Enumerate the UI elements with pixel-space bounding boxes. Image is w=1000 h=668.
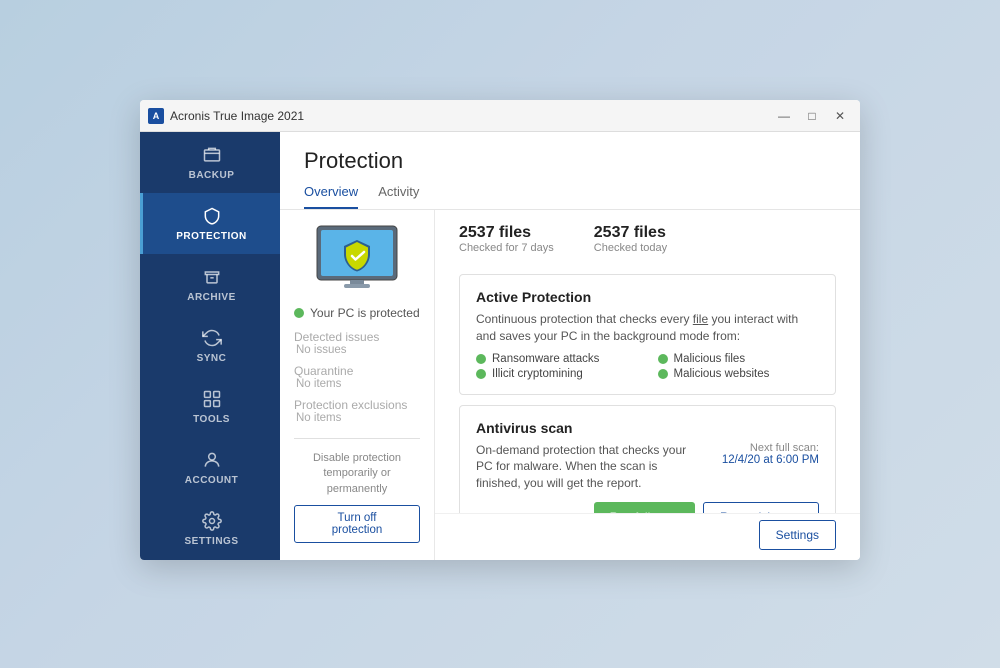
stat-today-count: 2537 files	[594, 224, 667, 242]
title-bar-left: A Acronis True Image 2021	[148, 108, 304, 124]
quarantine-value: No items	[294, 378, 420, 390]
feature-malicious-websites-label: Malicious websites	[674, 368, 770, 380]
main-window: A Acronis True Image 2021 — □ ✕ BACKUP	[140, 100, 860, 560]
active-protection-title: Active Protection	[476, 289, 819, 305]
sidebar-label-backup: BACKUP	[189, 170, 235, 181]
status-dot-green	[294, 308, 304, 318]
status-text: Your PC is protected	[310, 306, 420, 320]
stat-7days-count: 2537 files	[459, 224, 554, 242]
feature-cryptomining: Illicit cryptomining	[476, 368, 638, 380]
active-protection-card: Active Protection Continuous protection …	[459, 274, 836, 395]
active-protection-desc: Continuous protection that checks every …	[476, 311, 819, 345]
left-pane: Your PC is protected Detected issues No …	[280, 210, 435, 560]
tab-bar: Overview Activity	[304, 184, 836, 209]
sidebar-label-tools: TOOLS	[193, 414, 230, 425]
antivirus-left: On-demand protection that checks your PC…	[476, 442, 699, 492]
sidebar-item-archive[interactable]: ARCHIVE	[140, 254, 280, 315]
close-button[interactable]: ✕	[828, 106, 852, 126]
run-quick-scan-button[interactable]: Run quick scan	[703, 502, 819, 513]
run-full-scan-button[interactable]: Run full scan	[594, 502, 695, 513]
feature-dot-ransomware	[476, 354, 486, 364]
stat-today: 2537 files Checked today	[594, 224, 667, 254]
app-logo: A	[148, 108, 164, 124]
next-scan-date: 12/4/20 at 6:00 PM	[699, 454, 819, 466]
stat-7days: 2537 files Checked for 7 days	[459, 224, 554, 254]
sidebar-item-backup[interactable]: BACKUP	[140, 132, 280, 193]
settings-icon	[201, 510, 223, 532]
feature-cryptomining-label: Illicit cryptomining	[492, 368, 583, 380]
sidebar-label-sync: SYNC	[197, 353, 227, 364]
sidebar-item-sync[interactable]: SYNC	[140, 315, 280, 376]
antivirus-right: Next full scan: 12/4/20 at 6:00 PM	[699, 442, 819, 466]
disable-text: Disable protection temporarily or perman…	[294, 451, 420, 497]
feature-ransomware-label: Ransomware attacks	[492, 353, 599, 365]
feature-malicious-files-label: Malicious files	[674, 353, 746, 365]
stat-today-label: Checked today	[594, 242, 667, 254]
protection-features: Ransomware attacks Malicious files Illic…	[476, 353, 819, 380]
antivirus-title: Antivirus scan	[476, 420, 819, 436]
feature-malicious-websites: Malicious websites	[658, 368, 820, 380]
feature-malicious-files: Malicious files	[658, 353, 820, 365]
exclusions-value: No items	[294, 412, 420, 424]
exclusions-label: Protection exclusions	[294, 398, 420, 412]
turn-off-button[interactable]: Turn off protection	[294, 505, 420, 543]
tab-overview[interactable]: Overview	[304, 184, 358, 209]
window-title: Acronis True Image 2021	[170, 109, 304, 123]
main-content: Protection Overview Activity	[280, 132, 860, 560]
stat-7days-label: Checked for 7 days	[459, 242, 554, 254]
sidebar-item-account[interactable]: ACCOUNT	[140, 437, 280, 498]
sidebar-item-help[interactable]: HELP	[140, 559, 280, 560]
next-scan-label: Next full scan:	[699, 442, 819, 454]
desc-before: Continuous protection that checks every	[476, 312, 693, 326]
archive-icon	[201, 266, 223, 288]
content-area: 2537 files Checked for 7 days 2537 files…	[435, 210, 860, 513]
issue-detected: Detected issues No issues	[294, 330, 420, 356]
maximize-button[interactable]: □	[800, 106, 824, 126]
issue-list: Detected issues No issues Quarantine No …	[294, 330, 420, 424]
minimize-button[interactable]: —	[772, 106, 796, 126]
feature-ransomware: Ransomware attacks	[476, 353, 638, 365]
page-title: Protection	[304, 148, 836, 174]
right-pane: 2537 files Checked for 7 days 2537 files…	[435, 210, 860, 560]
sidebar-label-account: ACCOUNT	[185, 475, 239, 486]
window-controls: — □ ✕	[772, 106, 852, 126]
backup-icon	[201, 144, 223, 166]
sidebar-label-protection: PROTECTION	[176, 231, 247, 242]
sync-icon	[201, 327, 223, 349]
sidebar-item-tools[interactable]: TOOLS	[140, 376, 280, 437]
feature-dot-malicious-files	[658, 354, 668, 364]
sidebar-label-archive: ARCHIVE	[187, 292, 236, 303]
page-header: Protection Overview Activity	[280, 132, 860, 210]
protection-status: Your PC is protected	[294, 306, 420, 320]
feature-dot-cryptomining	[476, 369, 486, 379]
monitor-illustration	[312, 224, 402, 296]
desc-highlight: file	[693, 312, 708, 326]
settings-button[interactable]: Settings	[759, 520, 836, 550]
sidebar-label-settings: SETTINGS	[184, 536, 238, 547]
title-bar: A Acronis True Image 2021 — □ ✕	[140, 100, 860, 132]
window-body: BACKUP PROTECTION ARCHIVE	[140, 132, 860, 560]
feature-dot-malicious-websites	[658, 369, 668, 379]
settings-bar: Settings	[435, 513, 860, 560]
stats-row: 2537 files Checked for 7 days 2537 files…	[459, 224, 836, 264]
protection-icon	[201, 205, 223, 227]
antivirus-body: On-demand protection that checks your PC…	[476, 442, 819, 492]
detected-issues-label: Detected issues	[294, 330, 420, 344]
antivirus-desc: On-demand protection that checks your PC…	[476, 442, 699, 492]
sidebar: BACKUP PROTECTION ARCHIVE	[140, 132, 280, 560]
issue-exclusions: Protection exclusions No items	[294, 398, 420, 424]
sidebar-item-protection[interactable]: PROTECTION	[140, 193, 280, 254]
disable-protection-area: Disable protection temporarily or perman…	[294, 438, 420, 543]
account-icon	[201, 449, 223, 471]
sidebar-item-settings[interactable]: SETTINGS	[140, 498, 280, 559]
antivirus-buttons: Run full scan Run quick scan	[476, 502, 819, 513]
antivirus-card: Antivirus scan On-demand protection that…	[459, 405, 836, 513]
detected-issues-value: No issues	[294, 344, 420, 356]
issue-quarantine: Quarantine No items	[294, 364, 420, 390]
tab-activity[interactable]: Activity	[378, 184, 419, 209]
quarantine-label: Quarantine	[294, 364, 420, 378]
tools-icon	[201, 388, 223, 410]
